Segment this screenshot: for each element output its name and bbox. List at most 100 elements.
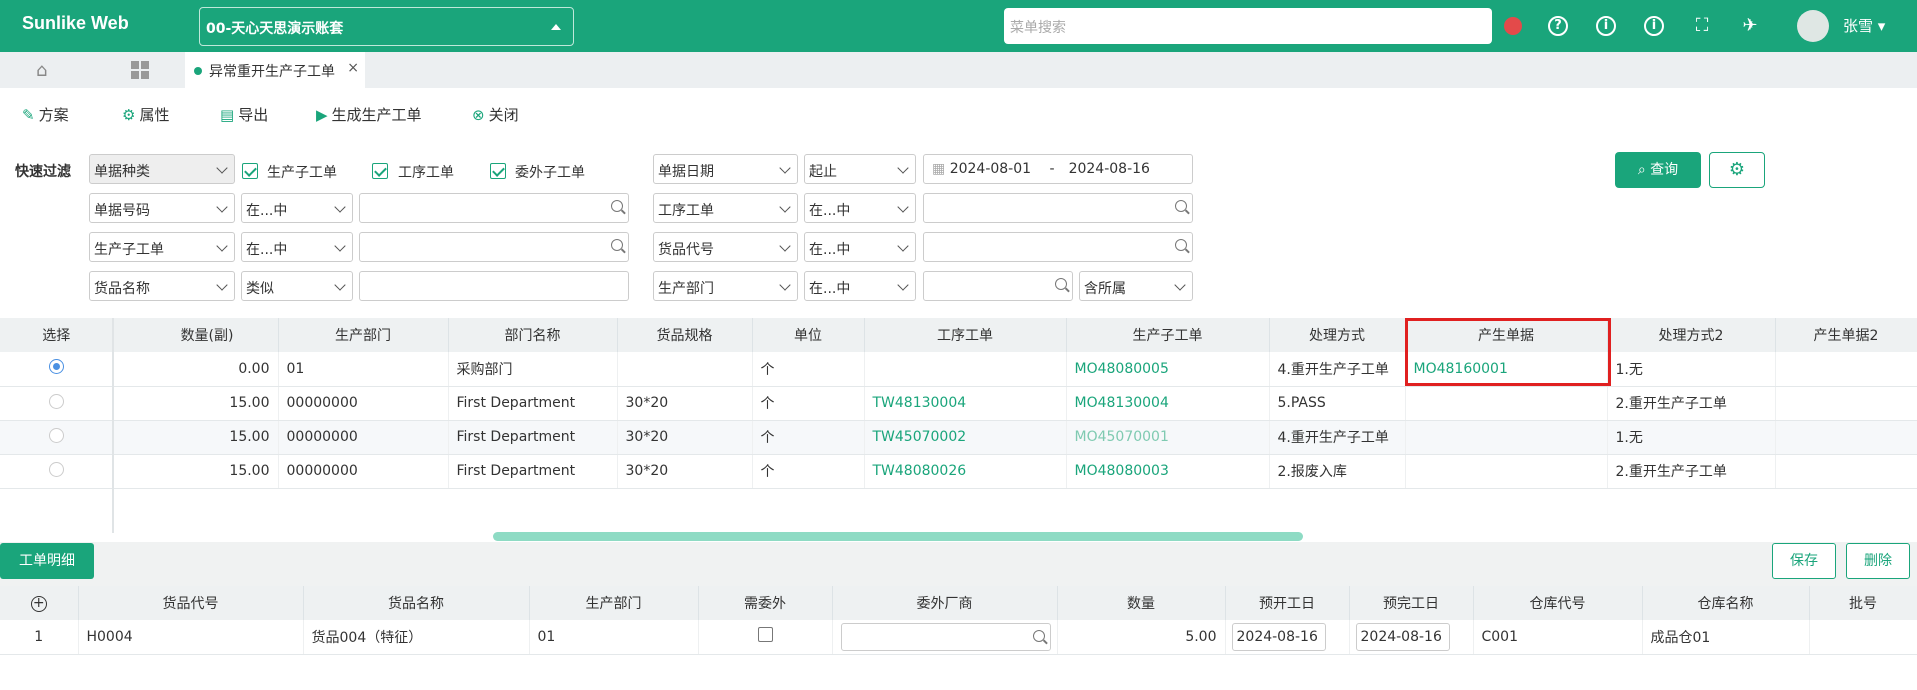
properties-button[interactable]: ⚙ 属性 xyxy=(122,104,169,125)
highlight-box xyxy=(1405,318,1611,386)
end-date-input[interactable]: 2024-08-16 xyxy=(1355,622,1450,651)
info-icon[interactable]: i xyxy=(1596,16,1616,36)
col-header[interactable]: 预完工日 xyxy=(1349,586,1474,620)
col-header[interactable]: 生产部门 xyxy=(529,586,699,620)
item-name-field-select[interactable]: 货品名称 xyxy=(89,271,235,301)
sub-order-field-select[interactable]: 生产子工单 xyxy=(89,232,235,262)
doc-kind-select[interactable]: 单据种类 xyxy=(89,154,235,184)
user-name[interactable]: 张雪 ▾ xyxy=(1843,15,1885,36)
col-header[interactable]: 批号 xyxy=(1809,586,1917,620)
op-order-field-select[interactable]: 工序工单 xyxy=(653,193,798,223)
search-icon xyxy=(1055,278,1067,290)
col-header[interactable]: 数量 xyxy=(1057,586,1226,620)
item-code-cell: H0004 xyxy=(78,620,304,655)
col-header[interactable]: 货品代号 xyxy=(78,586,304,620)
doc-no-field-select[interactable]: 单据号码 xyxy=(89,193,235,223)
close-button[interactable]: ⊗ 关闭 xyxy=(472,104,519,125)
vendor-input[interactable] xyxy=(840,622,1051,651)
query-button[interactable]: ⌕ 查询 xyxy=(1615,152,1701,188)
op-order-op-select[interactable]: 在...中 xyxy=(804,193,916,223)
tab-work-detail[interactable]: 工单明细 xyxy=(0,543,94,579)
search-icon xyxy=(611,200,623,212)
avatar[interactable] xyxy=(1797,10,1829,42)
item-code-input[interactable] xyxy=(923,232,1193,262)
account-selector[interactable]: 00-天心天思演示账套 xyxy=(199,7,574,46)
generate-order-button[interactable]: ▶ 生成生产工单 xyxy=(316,104,422,125)
horizontal-scrollbar[interactable] xyxy=(493,532,1303,541)
sub-order-input[interactable] xyxy=(359,232,629,262)
item-code-field-select[interactable]: 货品代号 xyxy=(653,232,798,262)
col-header[interactable]: 委外厂商 xyxy=(832,586,1058,620)
col-header[interactable]: 生产部门 xyxy=(278,318,449,352)
settings-button[interactable]: ⚙ xyxy=(1709,152,1765,188)
brand-logo: Sunlike Web xyxy=(22,13,129,33)
dept-field-select[interactable]: 生产部门 xyxy=(653,271,798,301)
dept-op-select[interactable]: 在...中 xyxy=(804,271,916,301)
cb-sub-order[interactable] xyxy=(242,163,258,179)
row-select-radio[interactable] xyxy=(48,393,64,409)
doc-no-input[interactable] xyxy=(359,193,629,223)
start-date-input[interactable]: 2024-08-16 xyxy=(1231,622,1326,651)
detail-grid: + 货品代号 货品名称 生产部门 需委外 委外厂商 数量 预开工日 预完工日 仓库代号 仓库名称 批号… xyxy=(0,586,1917,690)
col-header[interactable]: 预开工日 xyxy=(1225,586,1350,620)
theme-icon[interactable]: ✈ xyxy=(1737,13,1763,39)
date-range-input[interactable]: ▦ 2024-08-01 -2024-08-16 xyxy=(923,154,1193,184)
menu-search-input[interactable]: 菜单搜索 xyxy=(1004,8,1492,44)
row-select-radio[interactable] xyxy=(48,427,64,443)
warehouse-name-cell: 成品仓01 xyxy=(1642,620,1810,655)
item-code-op-select[interactable]: 在...中 xyxy=(804,232,916,262)
col-header[interactable]: 仓库代号 xyxy=(1473,586,1643,620)
help-icon[interactable]: ? xyxy=(1548,16,1568,36)
search-icon xyxy=(611,239,623,251)
cb-outsource[interactable] xyxy=(490,163,506,179)
item-name-input[interactable] xyxy=(359,271,629,301)
dept-input[interactable] xyxy=(923,271,1073,301)
sub-order-op-select[interactable]: 在...中 xyxy=(241,232,353,262)
tab-rework[interactable]: 异常重开生产子工单 × xyxy=(185,52,365,88)
filter-panel: 快速过滤 单据种类 生产子工单 工序工单 委外子工单 单据日期 起止 ▦ 202… xyxy=(0,140,1917,318)
delete-button[interactable]: 删除 xyxy=(1846,543,1910,579)
col-header[interactable]: 货品名称 xyxy=(303,586,530,620)
col-header[interactable]: 货品规格 xyxy=(617,318,753,352)
table-row[interactable]: 15.00 00000000 First Department 30*20 个 TW450… xyxy=(0,420,1917,455)
close-icon[interactable]: × xyxy=(347,60,359,76)
about-icon[interactable]: i xyxy=(1644,16,1664,36)
table-row[interactable]: 1 H0004 货品004（特征） 01 5.00 2024-08-16 202… xyxy=(0,620,1917,655)
include-sub-select[interactable]: 含所属 xyxy=(1079,271,1193,301)
col-header[interactable]: 工序工单 xyxy=(864,318,1067,352)
home-icon[interactable]: ⌂ xyxy=(36,60,47,81)
col-header[interactable]: 单位 xyxy=(752,318,865,352)
save-button[interactable]: 保存 xyxy=(1772,543,1836,579)
col-header[interactable]: 数量(副) xyxy=(113,318,279,352)
col-header[interactable]: 仓库名称 xyxy=(1642,586,1810,620)
caret-up-icon xyxy=(551,24,561,30)
scheme-button[interactable]: ✎ 方案 xyxy=(22,104,69,125)
table-row[interactable]: 15.00 00000000 First Department 30*20 个 TW480… xyxy=(0,454,1917,489)
export-button[interactable]: ▤ 导出 xyxy=(220,104,268,125)
table-row[interactable]: 15.00 00000000 First Department 30*20 个 TW481… xyxy=(0,386,1917,421)
col-header[interactable]: 产生单据2 xyxy=(1775,318,1917,352)
row-select-radio[interactable] xyxy=(48,461,64,477)
op-order-input[interactable] xyxy=(923,193,1193,223)
col-header[interactable]: 需委外 xyxy=(698,586,833,620)
cb-op-order[interactable] xyxy=(372,163,388,179)
row-select-radio[interactable] xyxy=(48,359,64,375)
col-header[interactable]: 选择 xyxy=(0,318,114,352)
col-header[interactable]: 部门名称 xyxy=(448,318,618,352)
item-name-op-select[interactable]: 类似 xyxy=(241,271,353,301)
outsource-checkbox[interactable] xyxy=(757,627,773,643)
range-select[interactable]: 起止 xyxy=(804,154,916,184)
col-header[interactable]: 生产子工单 xyxy=(1066,318,1270,352)
col-header[interactable]: 处理方式2 xyxy=(1607,318,1776,352)
add-row-icon[interactable]: + xyxy=(0,586,79,620)
col-header[interactable]: 处理方式 xyxy=(1269,318,1406,352)
doc-no-op-select[interactable]: 在...中 xyxy=(241,193,353,223)
tab-bar: ⌂ 异常重开生产子工单 × xyxy=(0,52,1917,88)
doc-date-select[interactable]: 单据日期 xyxy=(653,154,798,184)
account-name: 00-天心天思演示账套 xyxy=(206,21,344,37)
fullscreen-icon[interactable]: ⛶ xyxy=(1689,13,1715,39)
grid-icon[interactable] xyxy=(131,61,149,79)
top-bar: Sunlike Web 00-天心天思演示账套 菜单搜索 ? i i ⛶ ✈ 张… xyxy=(0,0,1917,52)
notification-icon[interactable] xyxy=(1500,13,1526,39)
table-row[interactable]: 0.00 01 采购部门个 MO48080005 4.重开生产子工单 MO48160001… xyxy=(0,352,1917,387)
